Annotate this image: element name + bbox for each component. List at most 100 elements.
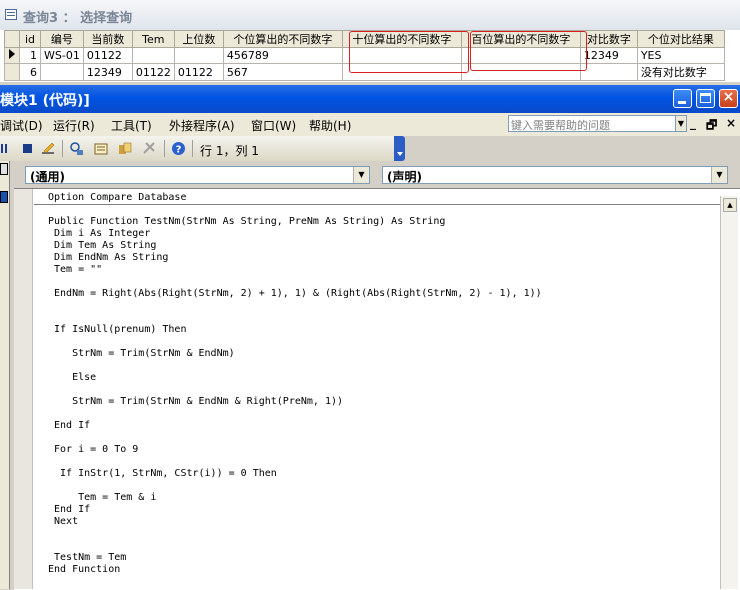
help-icon[interactable]: ? [171, 141, 186, 156]
column-header[interactable]: id [19, 30, 41, 48]
column-header[interactable]: 当前数 [82, 30, 133, 48]
code-line[interactable]: Else [48, 372, 542, 384]
table-cell[interactable]: 01122 [173, 63, 224, 81]
menu-tools[interactable]: 工具(T) [111, 117, 152, 134]
table-cell[interactable] [131, 47, 175, 64]
code-line[interactable]: End If [48, 420, 542, 432]
code-line[interactable]: End Function [48, 564, 542, 576]
code-line[interactable]: Option Compare Database [48, 192, 542, 204]
code-line[interactable]: Dim Tem As String [48, 240, 542, 252]
annotation-box-hundreds [470, 31, 587, 71]
pause-icon[interactable] [0, 141, 15, 156]
select-all-cell[interactable] [4, 30, 20, 48]
table-cell[interactable]: 456789 [222, 47, 343, 64]
code-line[interactable] [48, 432, 542, 444]
chevron-down-icon[interactable]: ▼ [353, 167, 369, 183]
chevron-down-icon[interactable]: ▼ [711, 167, 727, 183]
table-cell[interactable]: 12349 [579, 47, 638, 64]
code-editor[interactable]: Option Compare Database Public Function T… [48, 192, 542, 576]
table-cell[interactable]: YES [636, 47, 725, 64]
table-cell[interactable]: 没有对比数字 [636, 63, 725, 81]
column-header[interactable]: 个位对比结果 [636, 30, 725, 48]
code-line[interactable]: StrNm = Trim(StrNm & EndNm & Right(PreNm… [48, 396, 542, 408]
record-selector[interactable] [4, 47, 20, 64]
column-header[interactable]: 对比数字 [579, 30, 638, 48]
code-line[interactable]: End If [48, 504, 542, 516]
table-cell[interactable]: 01122 [131, 63, 175, 81]
code-line[interactable]: Dim EndNm As String [48, 252, 542, 264]
table-cell[interactable]: 12349 [82, 63, 133, 81]
annotation-box-tens [349, 31, 469, 73]
code-line[interactable]: Dim i As Integer [48, 228, 542, 240]
properties-window-icon[interactable] [94, 141, 109, 156]
code-line[interactable] [48, 528, 542, 540]
code-line[interactable]: If IsNull(prenum) Then [48, 324, 542, 336]
code-line[interactable] [48, 312, 542, 324]
object-browser-icon[interactable] [118, 141, 133, 156]
menu-addins[interactable]: 外接程序(A) [169, 117, 235, 134]
project-explorer-icon[interactable] [69, 141, 84, 156]
code-line[interactable]: Tem = "" [48, 264, 542, 276]
code-line[interactable] [48, 408, 542, 420]
record-selector[interactable] [4, 63, 20, 81]
table-cell[interactable]: WS-01 [40, 47, 84, 64]
code-line[interactable]: TestNm = Tem [48, 552, 542, 564]
help-question-input[interactable]: 键入需要帮助的问题 [508, 115, 676, 132]
column-header[interactable]: 个位算出的不同数字 [222, 30, 343, 48]
code-line[interactable]: If InStr(1, StrNm, CStr(i)) = 0 Then [48, 468, 542, 480]
toolbox-icon[interactable] [142, 141, 157, 156]
table-cell[interactable] [173, 47, 224, 64]
code-line[interactable] [48, 360, 542, 372]
menu-help[interactable]: 帮助(H) [309, 117, 351, 134]
maximize-button[interactable] [696, 89, 715, 108]
code-line[interactable]: Tem = Tem & i [48, 492, 542, 504]
scroll-up-arrow-icon[interactable]: ▲ [723, 198, 737, 212]
code-window-title: 模块1 (代码)] [0, 93, 90, 109]
table-cell[interactable]: 567 [222, 63, 343, 81]
table-cell[interactable]: 6 [19, 63, 41, 81]
design-mode-icon[interactable] [41, 141, 56, 156]
code-window-titlebar[interactable]: 模块1 (代码)] × [0, 85, 740, 113]
code-line[interactable] [48, 540, 542, 552]
code-line[interactable] [48, 384, 542, 396]
table-cell[interactable] [579, 63, 638, 81]
menu-run[interactable]: 运行(R) [53, 117, 95, 134]
mdi-minimize-button[interactable]: _ [690, 116, 696, 130]
code-line[interactable] [48, 456, 542, 468]
procedure-combo[interactable]: (声明) ▼ [382, 166, 728, 184]
code-line[interactable] [48, 204, 542, 216]
help-dropdown-button[interactable]: ▼ [675, 115, 687, 132]
code-line[interactable] [48, 336, 542, 348]
mdi-close-button[interactable]: × [726, 116, 736, 130]
code-line[interactable]: EndNm = Right(Abs(Right(StrNm, 2) + 1), … [48, 288, 542, 300]
column-header[interactable]: 编号 [40, 30, 84, 48]
menu-debug[interactable]: 调试(D) [0, 117, 43, 134]
column-header[interactable]: 上位数 [173, 30, 224, 48]
code-line[interactable]: StrNm = Trim(StrNm & EndNm) [48, 348, 542, 360]
mdi-restore-button[interactable]: 🗗 [706, 116, 717, 137]
code-line[interactable] [48, 480, 542, 492]
table-cell[interactable] [40, 63, 84, 81]
menu-window[interactable]: 窗口(W) [251, 117, 296, 134]
close-button[interactable]: × [719, 89, 738, 108]
code-line[interactable] [48, 300, 542, 312]
toolbar-separator [192, 140, 193, 157]
table-cell[interactable]: 1 [19, 47, 41, 64]
object-combo-value: (通用) [30, 170, 65, 184]
code-line[interactable]: Public Function TestNm(StrNm As String, … [48, 216, 542, 228]
code-line[interactable]: For i = 0 To 9 [48, 444, 542, 456]
reset-icon[interactable] [20, 141, 35, 156]
query-window-titlebar[interactable]: 查询3 ： 选择查询 [0, 0, 740, 30]
vertical-scrollbar[interactable]: ▲ [720, 196, 738, 589]
minimize-button[interactable] [673, 89, 692, 108]
column-header[interactable]: Tem [131, 30, 175, 48]
pane-button[interactable] [0, 191, 8, 203]
query-icon [5, 9, 17, 20]
code-line[interactable]: Next [48, 516, 542, 528]
table-cell[interactable]: 01122 [82, 47, 133, 64]
object-combo[interactable]: (通用) ▼ [25, 166, 370, 184]
pane-button[interactable] [0, 163, 8, 175]
toolbar-options-button[interactable] [394, 136, 405, 161]
margin-indicator-bar[interactable] [14, 189, 33, 589]
code-line[interactable] [48, 276, 542, 288]
